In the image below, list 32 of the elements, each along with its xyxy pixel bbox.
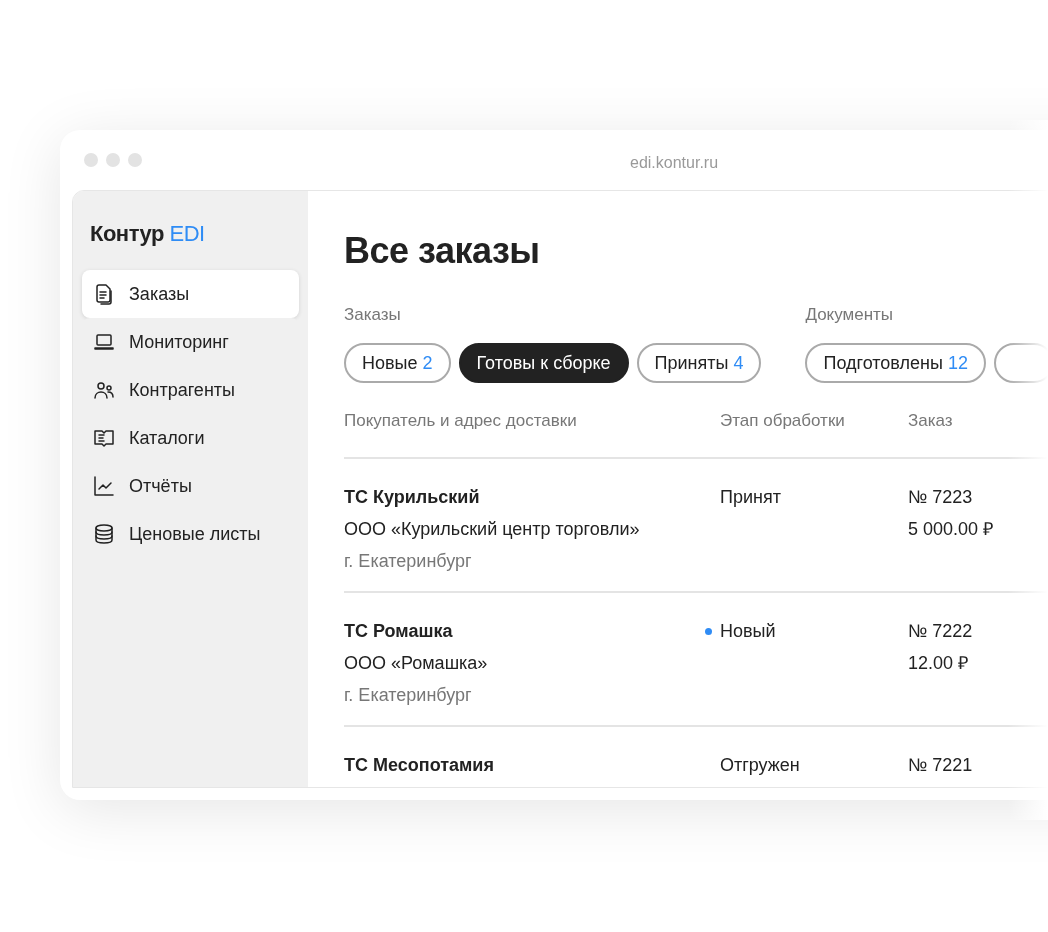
column-header: Покупатель и адрес доставки bbox=[344, 410, 578, 432]
nav-item[interactable]: Заказы bbox=[82, 270, 299, 318]
status-text: Принят bbox=[720, 487, 781, 507]
company-name: ООО «Ромашка» bbox=[344, 652, 488, 675]
status-text: Новый bbox=[720, 621, 776, 641]
logo-product: EDI bbox=[169, 221, 205, 246]
order-amount: 12.00 ₽ bbox=[908, 652, 969, 675]
line-chart-icon bbox=[92, 474, 116, 498]
page-title: Все заказы bbox=[344, 229, 541, 273]
filter-chip[interactable]: Подготовлены 12 bbox=[805, 343, 986, 383]
filter-chip[interactable]: Готовы к сборке bbox=[458, 343, 629, 383]
filter-chip[interactable]: Приняты 4 bbox=[636, 343, 762, 383]
column-header: Этап обработки bbox=[720, 410, 846, 432]
filter-chip[interactable]: Новые 2 bbox=[344, 343, 451, 383]
coin-stack-icon bbox=[92, 522, 116, 546]
column-header: Заказ bbox=[908, 410, 954, 432]
order-amount: 5 000.00 ₽ bbox=[908, 518, 994, 541]
filter-chip[interactable] bbox=[993, 343, 1048, 383]
buyer-name: ТС Курильский bbox=[344, 486, 480, 509]
buyer-name: ТС Ромашка bbox=[344, 620, 453, 643]
city-text: г. Екатеринбург bbox=[344, 684, 472, 707]
status-text: Отгружен bbox=[720, 755, 800, 775]
city-text: г. Екатеринбург bbox=[344, 550, 472, 573]
order-number: № 7221 bbox=[908, 754, 973, 777]
company-name: ООО «Курильский центр торговли» bbox=[344, 518, 640, 541]
order-number: № 7223 bbox=[908, 486, 973, 509]
filter-group-label: Документы bbox=[805, 304, 895, 326]
filter-group-label: Заказы bbox=[344, 304, 402, 326]
address-text: edi.kontur.ru bbox=[630, 153, 719, 173]
buyer-name: ТС Месопотамия bbox=[344, 754, 494, 777]
logo-text: Контур bbox=[90, 221, 164, 246]
order-number: № 7222 bbox=[908, 620, 973, 643]
